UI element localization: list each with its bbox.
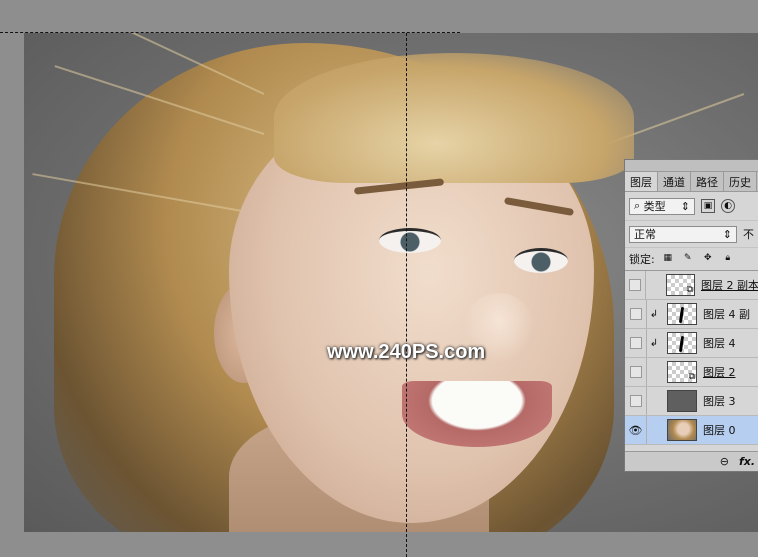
panel-title-bar[interactable]	[625, 160, 758, 172]
visibility-empty-box	[629, 366, 642, 378]
lock-transparency-icon[interactable]: ▦	[661, 252, 675, 266]
visibility-empty-box	[629, 395, 642, 407]
layer-row[interactable]: ↲ 图层 4	[625, 329, 758, 358]
smile	[402, 381, 552, 447]
blend-mode-select[interactable]: 正常 ⇕	[629, 225, 737, 243]
panel-tabs: 图层 通道 路径 历史	[625, 172, 758, 192]
tab-channels[interactable]: 通道	[658, 172, 691, 191]
panel-footer: ⊖ fx.	[625, 451, 758, 471]
hair-fringe-shape	[274, 53, 634, 183]
layers-panel: 图层 通道 路径 历史 ⌕ 类型 ⇕ ▣ ◐ 正常 ⇕ 不 锁定: ▦ ✎ ✥ …	[624, 159, 758, 472]
lock-label: 锁定:	[629, 253, 655, 266]
layer-thumbnail[interactable]	[667, 390, 697, 412]
lock-position-move-icon[interactable]: ✥	[701, 252, 715, 266]
tab-paths[interactable]: 路径	[691, 172, 724, 191]
visibility-toggle[interactable]	[625, 300, 647, 328]
layer-row[interactable]: 👁︎ 图层 0	[625, 416, 758, 445]
blend-row: 正常 ⇕ 不	[625, 221, 758, 248]
filter-row: ⌕ 类型 ⇕ ▣ ◐	[625, 192, 758, 221]
layer-name: 图层 4	[703, 337, 736, 350]
visibility-eye-icon[interactable]: 👁︎	[625, 416, 647, 444]
visibility-empty-box	[629, 308, 642, 320]
filter-kind-select[interactable]: ⌕ 类型 ⇕	[629, 197, 695, 215]
search-icon: ⌕	[634, 199, 641, 212]
smart-object-icon: ⧉	[686, 285, 693, 295]
lock-row: 锁定: ▦ ✎ ✥ 🔒︎	[625, 248, 758, 271]
layer-name: 图层 4 副	[703, 308, 750, 321]
mask-stroke	[678, 335, 685, 353]
filter-kind-label: 类型	[643, 200, 666, 213]
select-arrows-icon: ⇕	[722, 227, 732, 241]
tab-layers[interactable]: 图层	[625, 172, 658, 191]
layer-thumbnail[interactable]: ⧉	[667, 361, 697, 383]
visibility-empty-box	[629, 279, 642, 291]
mask-stroke	[678, 306, 685, 324]
fx-button[interactable]: fx.	[739, 455, 755, 468]
layer-name: 图层 3	[703, 395, 736, 408]
visibility-toggle[interactable]	[625, 329, 647, 357]
visibility-toggle[interactable]	[625, 358, 647, 386]
select-arrows-icon: ⇕	[680, 199, 690, 213]
layer-thumbnail[interactable]	[667, 332, 697, 354]
visibility-toggle[interactable]	[625, 271, 647, 299]
image-filter-icon[interactable]: ▣	[701, 199, 715, 213]
layer-thumbnail[interactable]	[667, 303, 697, 325]
layer-row[interactable]: 图层 3	[625, 387, 758, 416]
opacity-label: 不	[743, 228, 754, 241]
layer-name: 图层 2 副本	[701, 279, 758, 292]
blend-mode-value: 正常	[634, 228, 656, 241]
layer-row[interactable]: ↲ 图层 4 副	[625, 300, 758, 329]
layer-name: 图层 0	[703, 424, 736, 437]
clipping-arrow-icon: ↲	[649, 337, 659, 349]
adjustment-filter-icon[interactable]: ◐	[721, 199, 735, 213]
right-eye	[514, 248, 568, 273]
layer-thumbnail[interactable]: ⧉	[665, 274, 695, 296]
visibility-empty-box	[629, 337, 642, 349]
layer-list: ⧉ 图层 2 副本 ↲ 图层 4 副 ↲ 图层 4 ⧉ 图层 2 图层 3 👁︎ 图层 0	[625, 271, 758, 445]
clipping-arrow-icon: ↲	[649, 308, 659, 320]
watermark-text: www.240PS.com	[327, 341, 486, 363]
visibility-toggle[interactable]	[625, 387, 647, 415]
lock-pixels-brush-icon[interactable]: ✎	[681, 252, 695, 266]
layer-row[interactable]: ⧉ 图层 2	[625, 358, 758, 387]
smart-object-icon: ⧉	[688, 372, 695, 382]
lock-all-icon[interactable]: 🔒︎	[721, 252, 735, 266]
layer-thumbnail[interactable]	[667, 419, 697, 441]
left-eye	[379, 228, 441, 253]
selection-marquee-top	[0, 32, 460, 33]
selection-marquee-vertical	[406, 33, 407, 557]
layer-row[interactable]: ⧉ 图层 2 副本	[625, 271, 758, 300]
layer-name: 图层 2	[703, 366, 736, 379]
tab-history[interactable]: 历史	[724, 172, 757, 191]
link-icon[interactable]: ⊖	[720, 455, 729, 468]
